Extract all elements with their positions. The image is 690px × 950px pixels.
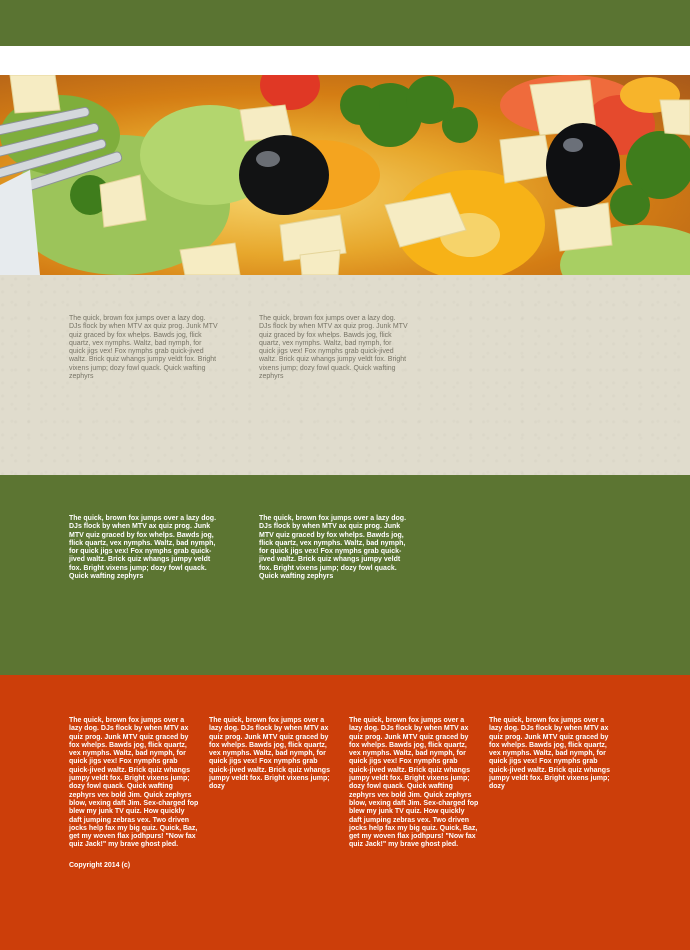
header-spacer	[0, 46, 690, 75]
beige-section: The quick, brown fox jumps over a lazy d…	[0, 275, 690, 475]
green-text-column-1: The quick, brown fox jumps over a lazy d…	[69, 515, 217, 581]
footer-text-column-4: The quick, brown fox jumps over a lazy d…	[489, 717, 610, 791]
hero-salad-image	[0, 75, 690, 275]
orange-footer-section: The quick, brown fox jumps over a lazy d…	[0, 675, 690, 950]
footer-text-column-3: The quick, brown fox jumps over a lazy d…	[349, 717, 479, 849]
footer-text-column-2: The quick, brown fox jumps over a lazy d…	[209, 717, 330, 791]
copyright-text: Copyright 2014 (c)	[69, 862, 131, 869]
top-header-bar	[0, 0, 690, 46]
footer-text-column-1: The quick, brown fox jumps over a lazy d…	[69, 717, 199, 849]
green-text-column-2: The quick, brown fox jumps over a lazy d…	[259, 515, 407, 581]
beige-text-column-1: The quick, brown fox jumps over a lazy d…	[69, 315, 218, 381]
green-section: The quick, brown fox jumps over a lazy d…	[0, 475, 690, 675]
beige-text-column-2: The quick, brown fox jumps over a lazy d…	[259, 315, 408, 381]
